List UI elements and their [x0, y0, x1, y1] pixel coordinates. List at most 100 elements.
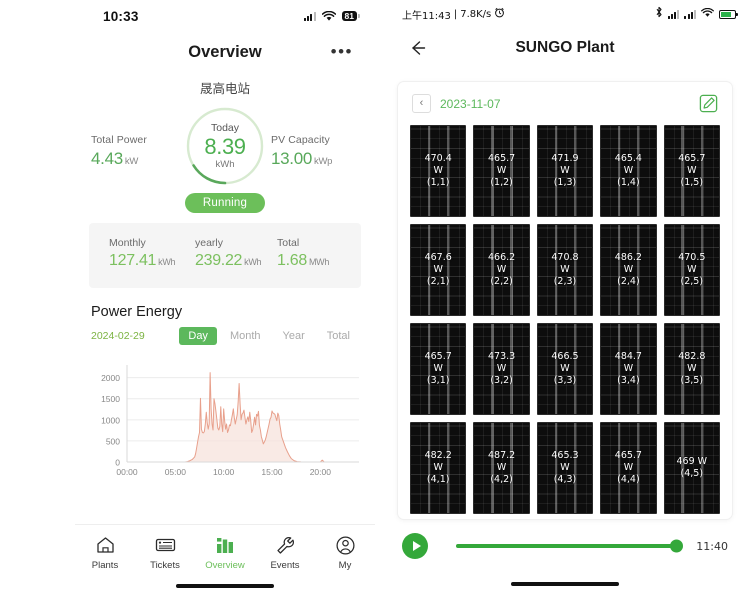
- panel-readout: 470.4 W (1,1): [411, 153, 465, 189]
- panel-readout: 465.7 W (1,2): [474, 153, 528, 189]
- gauge-unit: kWh: [215, 159, 235, 171]
- slider-knob[interactable]: [670, 539, 684, 553]
- chart-date[interactable]: 2024-02-29: [91, 330, 145, 342]
- tab-tickets[interactable]: Tickets: [135, 535, 195, 571]
- panel-readout: 466.2 W (2,2): [474, 252, 528, 288]
- solar-panel[interactable]: 465.7 W (4,4): [600, 422, 657, 514]
- solar-panel[interactable]: 470.4 W (1,1): [410, 125, 467, 217]
- kpi-pv-capacity: PV Capacity 13.00 kWp: [271, 134, 359, 169]
- panel-unit: W: [496, 165, 507, 177]
- total-unit: MWh: [308, 257, 330, 267]
- panel-power: 466.5: [551, 351, 579, 363]
- panel-power: 465.7: [614, 450, 642, 462]
- range-total[interactable]: Total: [318, 327, 359, 345]
- panel-power: 469 W: [676, 456, 708, 468]
- solar-panel[interactable]: 484.7 W (3,4): [600, 323, 657, 415]
- panel-readout: 465.7 W (3,1): [411, 351, 465, 387]
- status-right-cluster: [655, 5, 738, 23]
- solar-panel[interactable]: 473.3 W (3,2): [473, 323, 530, 415]
- panel-power: 465.3: [551, 450, 579, 462]
- solar-panel[interactable]: 467.6 W (2,1): [410, 224, 467, 316]
- solar-panel[interactable]: 465.7 W (1,2): [473, 125, 530, 217]
- solar-panel[interactable]: 486.2 W (2,4): [600, 224, 657, 316]
- panel-power: 471.9: [551, 153, 579, 165]
- range-day[interactable]: Day: [179, 327, 217, 345]
- panel-readout: 465.7 W (4,4): [601, 450, 655, 486]
- kpi-value: 13.00 kWp: [271, 149, 359, 169]
- panel-readout: 484.7 W (3,4): [601, 351, 655, 387]
- solar-panel[interactable]: 482.8 W (3,5): [663, 323, 720, 415]
- panel-unit: W: [433, 165, 443, 177]
- total-monthly: Monthly 127.41 kWh: [93, 237, 189, 270]
- panel-power: 470.5: [678, 252, 706, 264]
- status-badge: Running: [184, 193, 266, 213]
- tab-events[interactable]: Events: [255, 535, 315, 571]
- solar-panel[interactable]: 465.4 W (1,4): [600, 125, 657, 217]
- wrench-icon: [276, 535, 295, 555]
- solar-panel[interactable]: 466.5 W (3,3): [536, 323, 594, 415]
- status-time: 上午11:43: [402, 10, 451, 22]
- battery-icon: 81: [341, 10, 361, 22]
- kpi-unit: kWp: [314, 155, 333, 167]
- panel-power: 470.8: [551, 252, 579, 264]
- solar-panel[interactable]: 465.7 W (3,1): [410, 323, 467, 415]
- home-indicator: [176, 584, 274, 588]
- tab-plants[interactable]: Plants: [75, 535, 135, 571]
- total-number: 1.68: [277, 252, 307, 269]
- panel-unit: W: [623, 462, 634, 474]
- total-value: 239.22 kWh: [195, 252, 275, 270]
- right-nav-bar: SUNGO Plant: [380, 28, 750, 68]
- panel-power: 470.4: [424, 153, 452, 165]
- total-unit: kWh: [244, 257, 262, 267]
- solar-panel[interactable]: 469 W (4,5): [663, 422, 720, 514]
- solar-panel[interactable]: 465.3 W (4,3): [536, 422, 594, 514]
- panel-unit: W: [560, 165, 570, 177]
- edit-pencil-icon[interactable]: [699, 94, 718, 113]
- solar-panel[interactable]: 470.8 W (2,3): [536, 224, 594, 316]
- timeline-slider[interactable]: [456, 539, 684, 553]
- solar-panel[interactable]: 487.2 W (4,2): [473, 422, 530, 514]
- panel-power: 465.7: [678, 153, 706, 165]
- playback-time: 11:40: [696, 539, 728, 553]
- today-gauge: Today 8.39 kWh: [184, 105, 266, 187]
- solar-panel[interactable]: 470.5 W (2,5): [663, 224, 720, 316]
- tab-my[interactable]: My: [315, 535, 375, 571]
- panel-power: 466.2: [487, 252, 516, 264]
- panel-coord: (2,4): [617, 275, 640, 287]
- range-year[interactable]: Year: [274, 327, 314, 345]
- panel-coord: (4,5): [680, 468, 704, 479]
- signal-bars-icon-2: [684, 9, 696, 19]
- panel-coord: (4,1): [426, 473, 450, 485]
- svg-text:05:00: 05:00: [165, 467, 187, 477]
- home-indicator: [511, 582, 619, 586]
- solar-panel[interactable]: 465.7 W (1,5): [663, 125, 720, 217]
- arrow-left-icon[interactable]: [408, 39, 426, 57]
- solar-panel[interactable]: 466.2 W (2,2): [473, 224, 530, 316]
- svg-text:00:00: 00:00: [116, 467, 138, 477]
- play-icon[interactable]: [402, 533, 428, 559]
- panel-readout: 473.3 W (3,2): [474, 351, 528, 387]
- panel-readout: 470.8 W (2,3): [538, 252, 592, 288]
- solar-panel[interactable]: 482.2 W (4,1): [410, 422, 467, 514]
- tab-overview[interactable]: Overview: [195, 535, 255, 571]
- panel-readout: 486.2 W (2,4): [601, 252, 655, 288]
- solar-panel[interactable]: 471.9 W (1,3): [536, 125, 594, 217]
- panel-coord: (4,4): [617, 473, 640, 485]
- power-energy-header: Power Energy 2024-02-29 Day Month Year T…: [91, 304, 359, 345]
- left-nav-bar: Overview •••: [188, 42, 353, 61]
- tab-label: Tickets: [150, 560, 180, 571]
- range-month[interactable]: Month: [221, 327, 270, 345]
- panel-readout: 465.3 W (4,3): [538, 450, 592, 486]
- chevron-left-icon[interactable]: ‹: [412, 94, 431, 113]
- power-energy-chart[interactable]: 0 500 1000 1500 2000 00:00 05:00 10:00 15:00 20:0…: [85, 357, 365, 482]
- gauge-caption: Today: [210, 121, 240, 134]
- panel-power: 482.2: [424, 450, 452, 462]
- left-phone-screen: 10:33 81 Overview ••• 晟高电站 Total Power 4…: [75, 0, 375, 600]
- page-title: SUNGO Plant: [515, 39, 615, 56]
- selected-date[interactable]: 2023-11-07: [440, 97, 501, 111]
- panel-readout: 470.5 W (2,5): [665, 252, 719, 288]
- panel-unit: W: [687, 165, 697, 177]
- kpi-label: PV Capacity: [271, 133, 330, 146]
- signal-bars-icon: [667, 9, 680, 19]
- total-number: 127.41: [109, 252, 157, 269]
